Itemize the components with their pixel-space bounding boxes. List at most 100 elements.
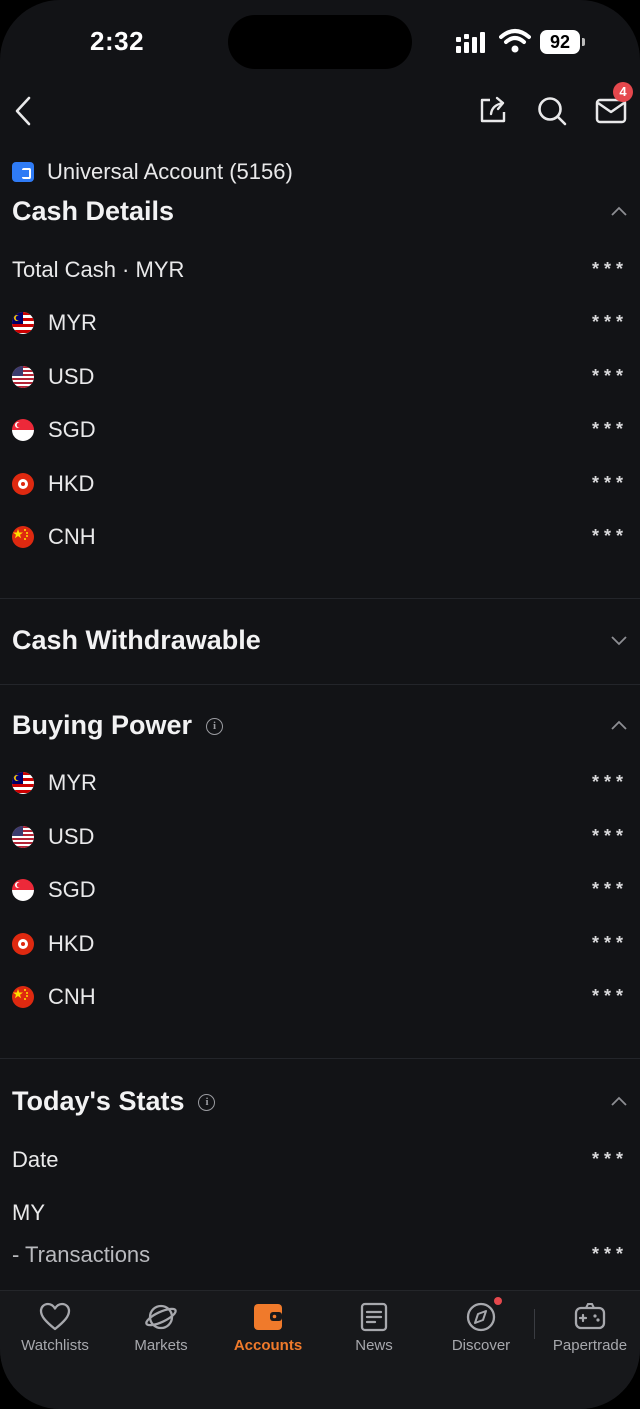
- total-cash-value: ***: [591, 259, 628, 279]
- tab-markets[interactable]: Markets: [111, 1301, 211, 1354]
- currency-value: ***: [591, 526, 628, 546]
- china-flag-icon: [12, 526, 34, 548]
- currency-label: CNH: [48, 984, 96, 1009]
- status-bar: 2:32 92: [0, 0, 640, 84]
- buying-power-row-sgd: SGD ***: [12, 875, 628, 905]
- news-icon: [360, 1302, 388, 1332]
- cash-withdrawable-title[interactable]: Cash Withdrawable: [12, 625, 261, 656]
- currency-label: MYR: [48, 770, 97, 795]
- tab-watchlists[interactable]: Watchlists: [5, 1301, 105, 1354]
- usa-flag-icon: [12, 366, 34, 388]
- gamepad-icon: [574, 1303, 606, 1330]
- chevron-up-icon[interactable]: [610, 1095, 628, 1107]
- bottom-tab-bar: Watchlists Markets Accounts News Discove…: [0, 1290, 640, 1409]
- wallet-icon: [12, 162, 34, 182]
- info-icon[interactable]: i: [206, 718, 224, 736]
- chevron-down-icon[interactable]: [610, 635, 628, 647]
- tab-label: News: [355, 1337, 393, 1354]
- currency-value: ***: [591, 986, 628, 1006]
- total-cash-row: Total Cash · MYR ***: [12, 255, 628, 285]
- planet-icon: [145, 1304, 177, 1330]
- cash-row-usd: USD ***: [12, 362, 628, 392]
- currency-value: ***: [591, 933, 628, 953]
- chevron-up-icon[interactable]: [610, 719, 628, 731]
- currency-label: SGD: [48, 417, 96, 442]
- transactions-label: - Transactions: [12, 1242, 151, 1267]
- hong-kong-flag-icon: [12, 933, 34, 955]
- info-icon[interactable]: i: [198, 1094, 216, 1112]
- battery-indicator: 92: [540, 30, 585, 54]
- account-label: Universal Account (5156): [47, 159, 293, 184]
- stats-transactions-row: - Transactions ***: [12, 1240, 628, 1270]
- hong-kong-flag-icon: [12, 473, 34, 495]
- china-flag-icon: [12, 986, 34, 1008]
- currency-value: ***: [591, 826, 628, 846]
- cash-row-cnh: CNH ***: [12, 522, 628, 552]
- singapore-flag-icon: [12, 879, 34, 901]
- transactions-value: ***: [591, 1244, 628, 1264]
- currency-label: MYR: [48, 310, 97, 335]
- currency-value: ***: [591, 312, 628, 332]
- chevron-up-icon[interactable]: [610, 205, 628, 217]
- phone-screen: 2:32 92 4 Universal Account (5156) Cash …: [0, 0, 640, 1409]
- tab-label: Papertrade: [552, 1337, 628, 1354]
- tab-label: Discover: [451, 1337, 511, 1354]
- currency-value: ***: [591, 473, 628, 493]
- buying-power-title[interactable]: Buying Power i: [12, 710, 224, 741]
- section-divider: [0, 684, 640, 685]
- buying-power-label: Buying Power: [12, 710, 193, 740]
- cash-row-sgd: SGD ***: [12, 415, 628, 445]
- discover-notification-dot: [494, 1297, 502, 1305]
- currency-value: ***: [591, 879, 628, 899]
- date-label: Date: [12, 1147, 59, 1172]
- dynamic-island: [228, 15, 412, 69]
- malaysia-flag-icon: [12, 772, 34, 794]
- cash-row-hkd: HKD ***: [12, 469, 628, 499]
- stats-region-row: MY: [12, 1198, 628, 1228]
- stats-date-row: Date ***: [12, 1145, 628, 1175]
- section-divider: [0, 598, 640, 599]
- back-icon[interactable]: [12, 96, 34, 126]
- mail-badge: 4: [613, 82, 633, 102]
- currency-label: CNH: [48, 524, 96, 549]
- region-label: MY: [12, 1200, 45, 1225]
- tab-papertrade[interactable]: Papertrade: [540, 1301, 640, 1354]
- currency-label: HKD: [48, 931, 95, 956]
- compass-icon: [466, 1302, 496, 1332]
- currency-label: USD: [48, 364, 95, 389]
- share-icon[interactable]: [478, 95, 508, 125]
- cash-details-title[interactable]: Cash Details: [12, 196, 174, 227]
- search-icon[interactable]: [536, 95, 568, 127]
- currency-value: ***: [591, 366, 628, 386]
- todays-stats-title[interactable]: Today's Stats i: [12, 1086, 216, 1117]
- section-divider: [0, 1058, 640, 1059]
- currency-value: ***: [591, 419, 628, 439]
- wifi-icon: [499, 29, 531, 53]
- date-value: ***: [591, 1149, 628, 1169]
- total-cash-label: Total Cash · MYR: [12, 257, 185, 282]
- tab-label: Markets: [134, 1337, 188, 1354]
- tab-label: Accounts: [233, 1337, 303, 1354]
- status-time: 2:32: [90, 26, 145, 56]
- usa-flag-icon: [12, 826, 34, 848]
- buying-power-row-usd: USD ***: [12, 822, 628, 852]
- currency-label: HKD: [48, 471, 95, 496]
- account-selector[interactable]: Universal Account (5156): [12, 158, 293, 186]
- cash-row-myr: MYR ***: [12, 308, 628, 338]
- tab-label: Watchlists: [21, 1337, 89, 1354]
- singapore-flag-icon: [12, 419, 34, 441]
- tab-accounts[interactable]: Accounts: [218, 1301, 318, 1354]
- tab-separator: [534, 1309, 535, 1339]
- cellular-signal-icon: [456, 32, 485, 53]
- tab-news[interactable]: News: [324, 1301, 424, 1354]
- todays-stats-label: Today's Stats: [12, 1086, 185, 1116]
- wallet-icon: [254, 1304, 282, 1330]
- malaysia-flag-icon: [12, 312, 34, 334]
- currency-label: USD: [48, 824, 95, 849]
- currency-label: SGD: [48, 877, 96, 902]
- heart-icon: [39, 1302, 71, 1331]
- tab-discover[interactable]: Discover: [431, 1301, 531, 1354]
- buying-power-row-hkd: HKD ***: [12, 929, 628, 959]
- buying-power-row-myr: MYR ***: [12, 768, 628, 798]
- buying-power-row-cnh: CNH ***: [12, 982, 628, 1012]
